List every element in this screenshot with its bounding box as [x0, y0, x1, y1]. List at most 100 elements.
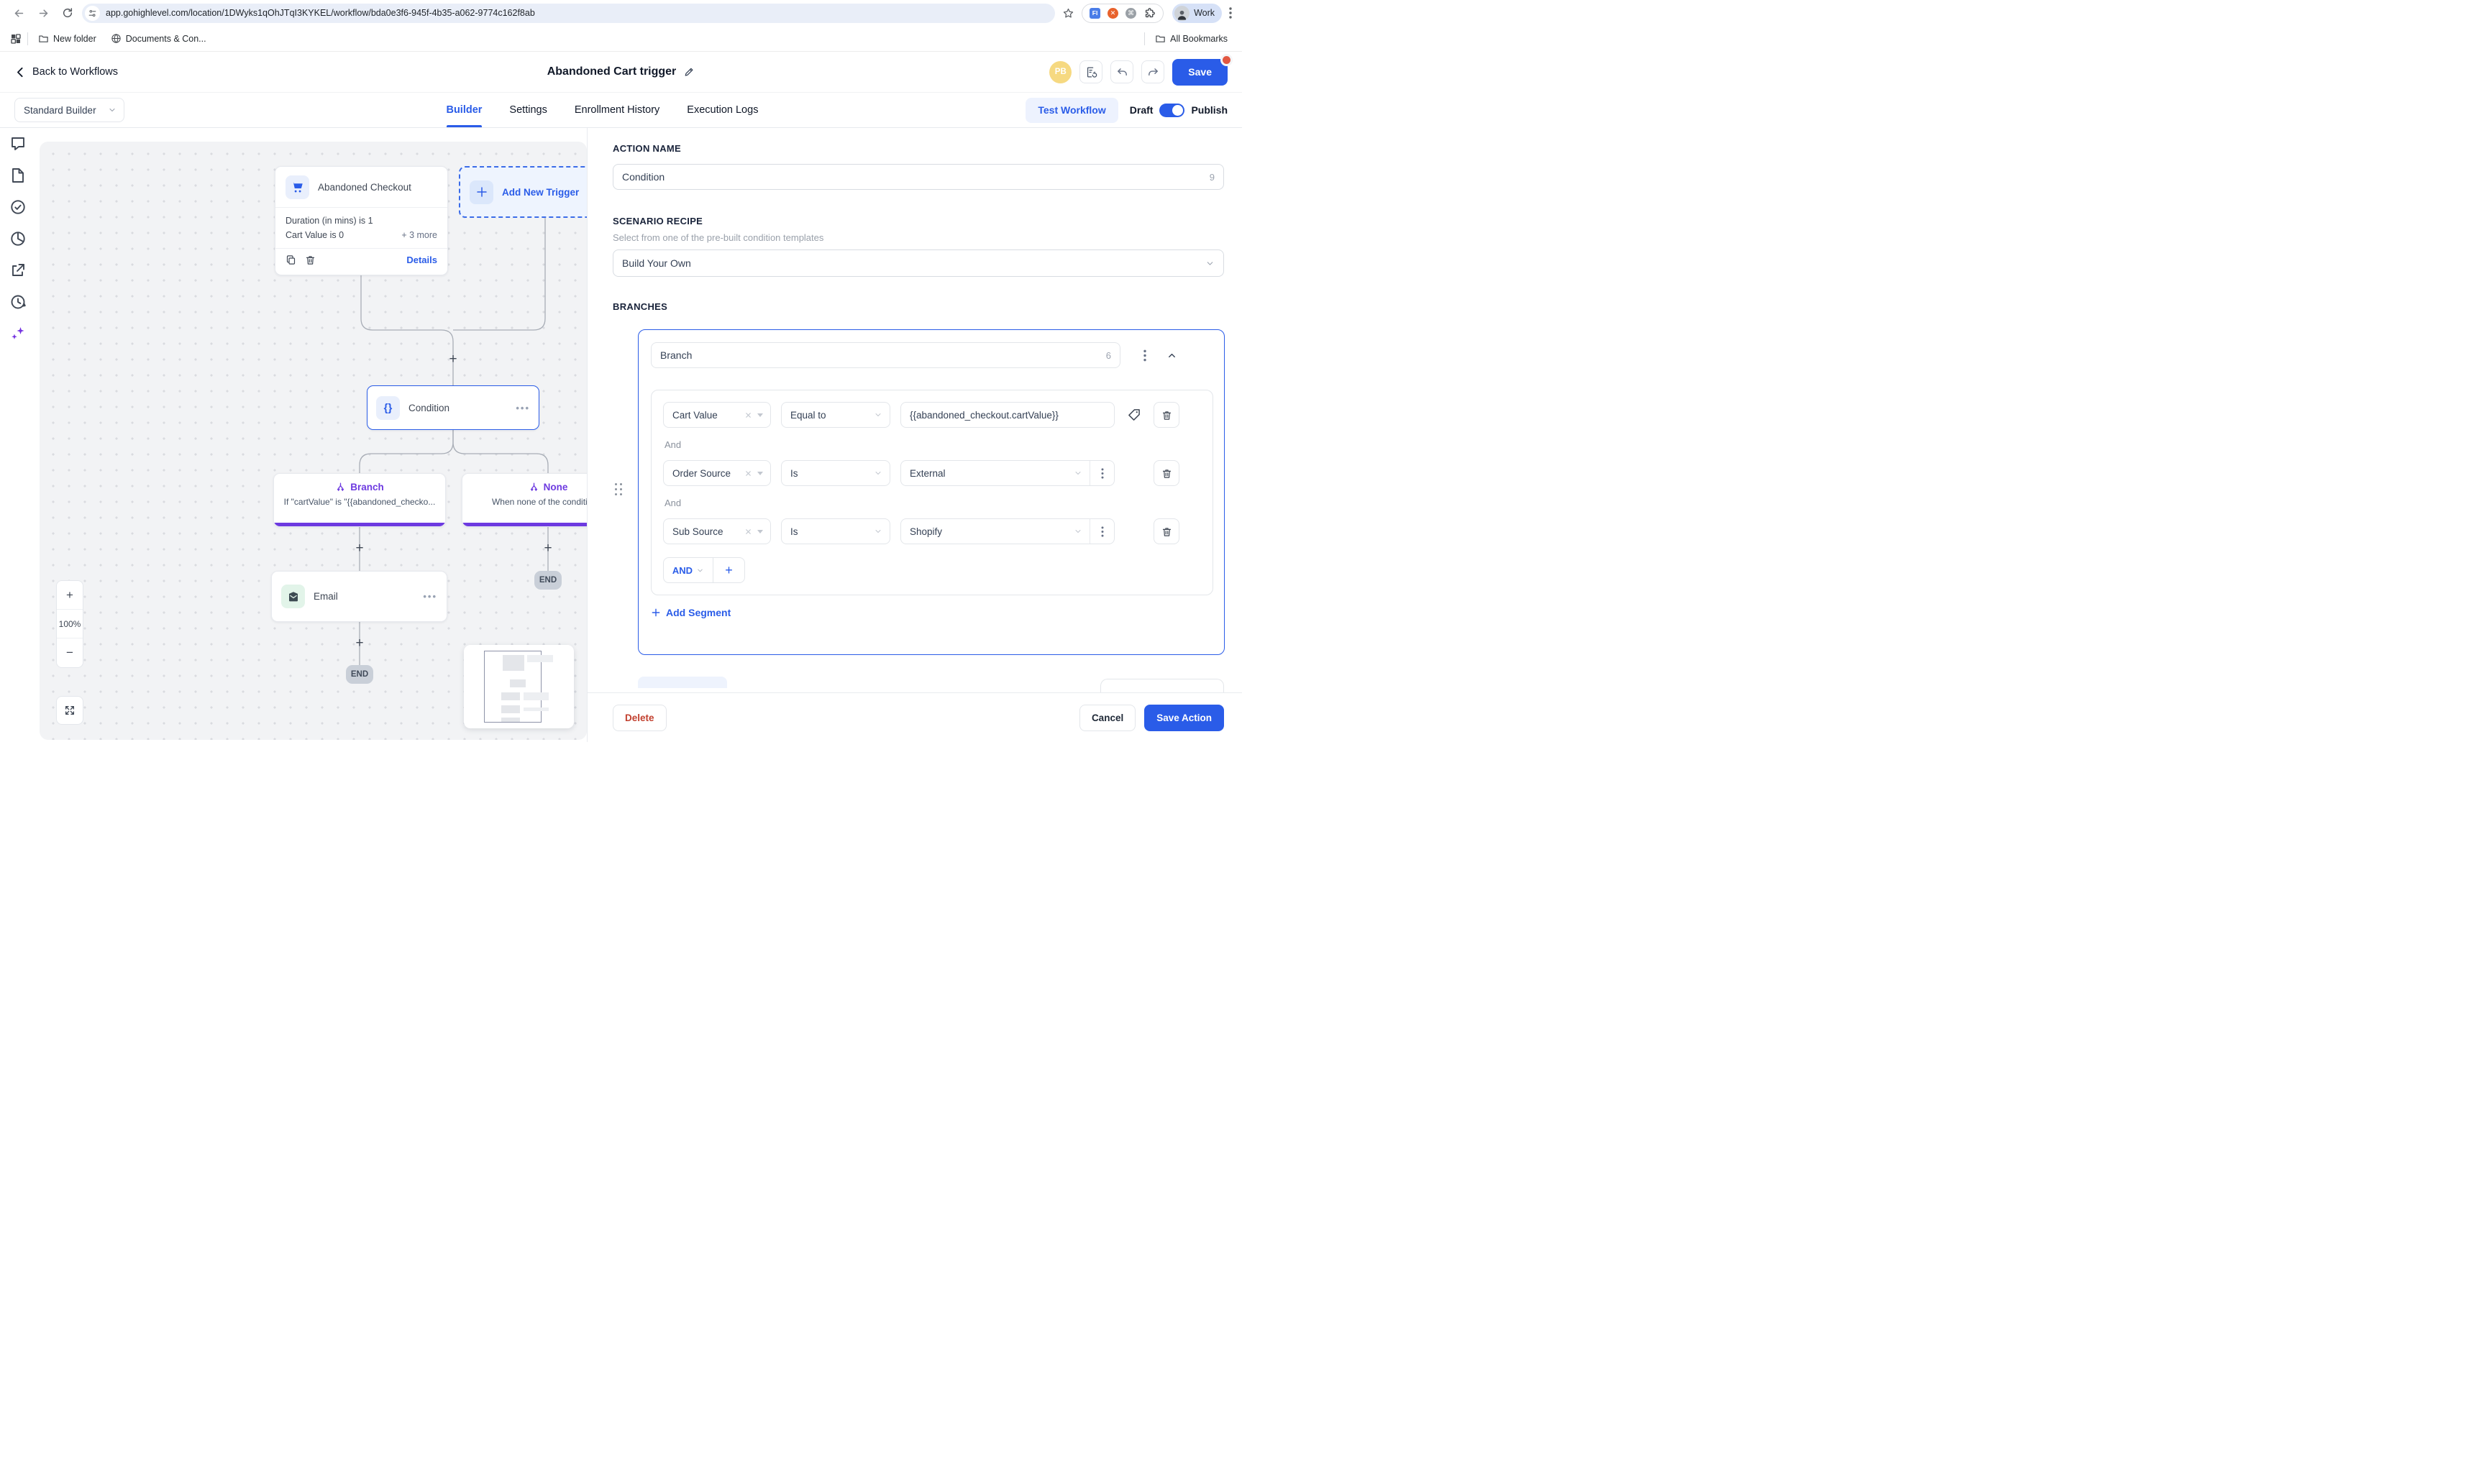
tab-settings[interactable]: Settings	[509, 93, 547, 127]
bookmark-documents[interactable]: Documents & Con...	[106, 31, 211, 46]
test-workflow-button[interactable]: Test Workflow	[1026, 98, 1118, 123]
email-action-node[interactable]: Email •••	[271, 571, 447, 622]
extension-gray-icon[interactable]: ⌘	[1125, 8, 1136, 19]
operator-select[interactable]: Is	[781, 518, 890, 544]
extensions-puzzle-icon[interactable]	[1143, 7, 1156, 19]
folder-icon	[1155, 33, 1166, 44]
add-condition-button[interactable]: +	[713, 558, 744, 582]
drag-handle-icon[interactable]	[615, 483, 622, 495]
scenario-recipe-select[interactable]: Build Your Own	[613, 249, 1224, 277]
add-step-button[interactable]: +	[447, 353, 460, 366]
branch-name-input[interactable]: Branch 6	[651, 342, 1120, 368]
bookmark-star-icon[interactable]	[1062, 7, 1074, 19]
browser-menu-icon[interactable]	[1226, 7, 1235, 19]
undo-icon[interactable]	[1110, 60, 1133, 83]
bookmarks-bar: New folder Documents & Con... All Bookma…	[0, 26, 1242, 52]
field-select[interactable]: Order Source	[663, 460, 771, 486]
branch-menu-icon[interactable]	[1143, 349, 1146, 362]
publish-toggle[interactable]	[1159, 104, 1184, 117]
caret-down-icon	[757, 413, 763, 417]
end-node: END	[534, 571, 562, 590]
check-circle-icon[interactable]	[9, 198, 27, 216]
trigger-more-filters[interactable]: + 3 more	[401, 228, 437, 242]
save-button[interactable]: Save	[1172, 59, 1228, 86]
delete-condition-icon[interactable]	[1154, 402, 1179, 428]
add-step-button[interactable]: +	[353, 542, 366, 555]
minimap[interactable]	[464, 645, 574, 728]
branch-node[interactable]: Branch If "cartValue" is "{{abandoned_ch…	[273, 473, 446, 527]
cancel-button[interactable]: Cancel	[1079, 705, 1136, 731]
zoom-out-button[interactable]: −	[57, 638, 83, 667]
reload-icon[interactable]	[58, 3, 78, 23]
back-to-workflows-button[interactable]: Back to Workflows	[14, 66, 118, 78]
operator-select[interactable]: Equal to	[781, 402, 890, 428]
workflow-history-icon[interactable]	[1079, 60, 1102, 83]
value-select[interactable]: External	[900, 460, 1115, 486]
fit-view-button[interactable]	[56, 696, 83, 725]
value-input[interactable]: {{abandoned_checkout.cartValue}}	[900, 402, 1115, 428]
builder-mode-select[interactable]: Standard Builder	[14, 98, 124, 122]
value-select[interactable]: Shopify	[900, 518, 1115, 544]
draft-label: Draft	[1130, 104, 1154, 116]
ai-sparkles-icon[interactable]	[9, 325, 27, 342]
delete-condition-icon[interactable]	[1154, 460, 1179, 486]
clear-icon[interactable]	[744, 470, 752, 477]
divider	[27, 32, 28, 45]
tab-execution-logs[interactable]: Execution Logs	[687, 93, 758, 127]
tab-enrollment-history[interactable]: Enrollment History	[575, 93, 659, 127]
delete-condition-icon[interactable]	[1154, 518, 1179, 544]
none-branch-node[interactable]: None When none of the condition...	[462, 473, 587, 527]
edit-title-icon[interactable]	[683, 66, 695, 78]
field-select[interactable]: Cart Value	[663, 402, 771, 428]
clear-icon[interactable]	[744, 411, 752, 419]
and-or-select[interactable]: AND	[664, 558, 713, 582]
workflow-canvas[interactable]: + + + + Abandoned Checkout Duration (in …	[40, 142, 587, 740]
file-icon[interactable]	[9, 167, 27, 184]
delete-action-button[interactable]: Delete	[613, 705, 667, 731]
site-settings-icon[interactable]	[85, 6, 100, 21]
trigger-node-abandoned-checkout[interactable]: Abandoned Checkout Duration (in mins) is…	[275, 166, 448, 275]
copy-icon[interactable]	[286, 255, 296, 265]
condition-node[interactable]: {} Condition •••	[367, 385, 539, 430]
collapse-branch-icon[interactable]	[1166, 350, 1177, 361]
value-options-icon[interactable]	[1090, 519, 1114, 544]
trash-icon[interactable]	[305, 255, 316, 265]
redo-icon[interactable]	[1141, 60, 1164, 83]
field-select[interactable]: Sub Source	[663, 518, 771, 544]
user-avatar[interactable]: PB	[1049, 61, 1072, 83]
apps-grid-icon[interactable]	[10, 33, 22, 45]
chat-icon[interactable]	[9, 135, 27, 152]
left-icon-rail	[0, 128, 36, 742]
clear-icon[interactable]	[744, 528, 752, 536]
trigger-details-link[interactable]: Details	[406, 255, 437, 265]
bookmark-new-folder[interactable]: New folder	[34, 31, 101, 46]
node-menu-icon[interactable]: •••	[516, 403, 530, 413]
chevron-down-icon	[1205, 259, 1215, 268]
url-bar[interactable]: app.gohighlevel.com/location/1DWyks1qOhJ…	[82, 4, 1055, 23]
forward-icon[interactable]	[33, 3, 53, 23]
tag-icon[interactable]	[1125, 408, 1143, 422]
add-step-button[interactable]: +	[353, 637, 366, 650]
value-options-icon[interactable]	[1090, 461, 1114, 485]
caret-down-icon	[757, 530, 763, 533]
extension-orange-icon[interactable]: ✕	[1108, 8, 1118, 19]
save-action-button[interactable]: Save Action	[1144, 705, 1224, 731]
back-icon[interactable]	[9, 3, 29, 23]
tab-builder[interactable]: Builder	[446, 93, 482, 127]
next-card-peek	[1100, 679, 1224, 692]
external-link-icon[interactable]	[9, 262, 27, 279]
action-name-input[interactable]: Condition 9	[613, 164, 1224, 190]
divider	[1144, 32, 1145, 45]
pie-chart-icon[interactable]	[9, 230, 27, 247]
operator-select[interactable]: Is	[781, 460, 890, 486]
add-new-trigger-button[interactable]: Add New Trigger	[459, 166, 587, 218]
browser-profile-chip[interactable]: Work	[1172, 4, 1222, 23]
add-segment-button[interactable]: Add Segment	[651, 607, 1212, 618]
extension-fi-icon[interactable]: FI	[1090, 8, 1100, 19]
all-bookmarks[interactable]: All Bookmarks	[1151, 31, 1232, 46]
history-clock-icon[interactable]	[9, 293, 27, 311]
node-menu-icon[interactable]: •••	[423, 591, 437, 602]
next-branch-peek	[638, 677, 727, 688]
add-step-button[interactable]: +	[542, 542, 554, 555]
zoom-in-button[interactable]: +	[57, 581, 83, 610]
